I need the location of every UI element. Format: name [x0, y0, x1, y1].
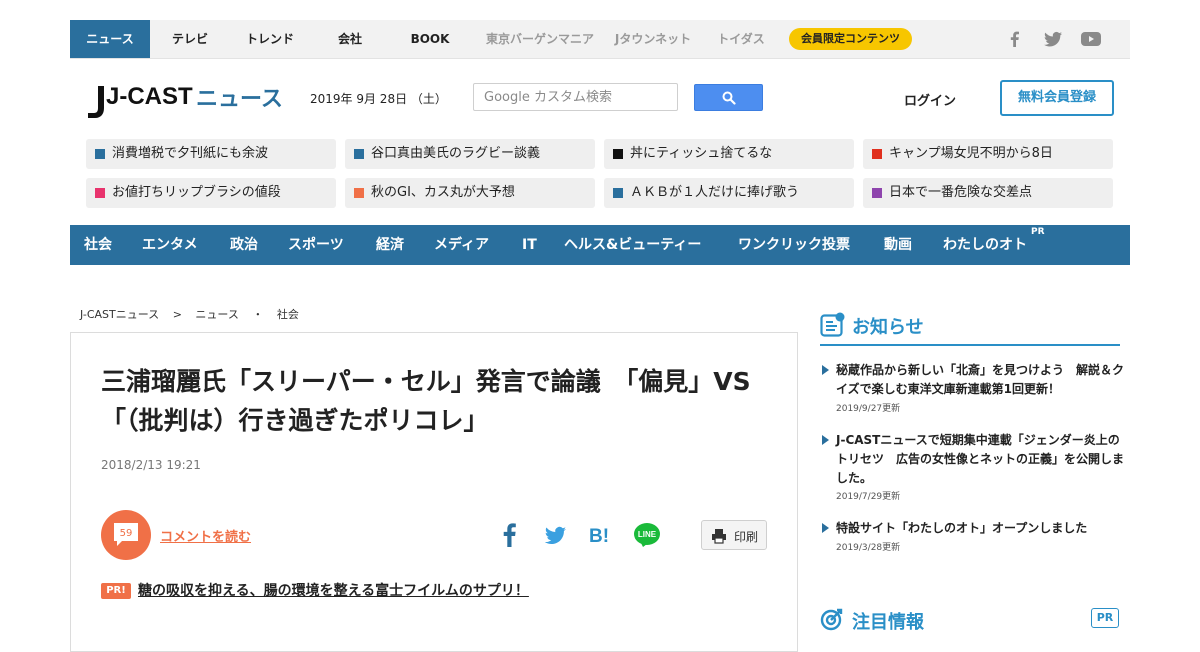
jcast-news-logo[interactable]: J-CAST ニュース: [86, 80, 286, 122]
logo-text: J-CAST: [106, 83, 193, 110]
notice-item-title[interactable]: 特設サイト「わたしのオト」オープンしました: [836, 519, 1126, 538]
category-one-click-vote[interactable]: ワンクリック投票: [738, 225, 850, 265]
article-date: 2018/2/13 19:21: [101, 458, 201, 472]
line-label: LINE: [638, 530, 657, 539]
notice-icon: [820, 312, 845, 337]
trend-label: 谷口真由美氏のラグビー談義: [371, 146, 541, 161]
breadcrumb-home[interactable]: J-CASTニュース: [80, 308, 159, 321]
top-tab-news[interactable]: ニュース: [70, 20, 150, 58]
arrow-right-icon: [822, 365, 829, 375]
top-nav-bar: ニュース テレビ トレンド 会社 BOOK 東京バーゲンマニア Jタウンネット …: [70, 20, 1130, 59]
trend-label: 秋のGI、カス丸が大予想: [371, 185, 515, 200]
youtube-icon[interactable]: [1080, 29, 1102, 49]
twitter-icon[interactable]: [541, 521, 569, 549]
trend-marker: [354, 188, 364, 198]
category-video[interactable]: 動画: [884, 225, 912, 265]
category-economy[interactable]: 経済: [376, 225, 404, 265]
trend-marker: [354, 149, 364, 159]
breadcrumb-news[interactable]: ニュース: [195, 308, 238, 321]
comment-count: 59: [119, 528, 133, 539]
article-title: 三浦瑠麗氏「スリーパー・セル」発言で論議 「偏見」VS「（批判は）行き過ぎたポリ…: [101, 367, 751, 435]
attention-target-icon: [820, 608, 843, 631]
hatena-label: B!: [589, 526, 609, 547]
pr-ad-link[interactable]: 糖の吸収を抑える、腸の環境を整える富士フイルムのサプリ！: [138, 580, 529, 600]
members-only-button[interactable]: 会員限定コンテンツ: [789, 28, 912, 50]
trend-marker: [613, 188, 623, 198]
facebook-icon[interactable]: [1005, 29, 1025, 49]
login-link[interactable]: ログイン: [904, 90, 956, 109]
notice-item-title[interactable]: 秘蔵作品から新しい「北斎」を見つけよう 解説＆クイズで楽しむ東洋文庫新連載第1回…: [836, 361, 1126, 399]
trend-marker: [872, 149, 882, 159]
notice-item[interactable]: 特設サイト「わたしのオト」オープンしました 2019/3/28更新: [822, 519, 1122, 555]
read-comments-link[interactable]: コメントを読む: [160, 526, 251, 545]
pr-badge: PR!: [101, 583, 131, 599]
current-date: 2019年 9月 28日 （土）: [310, 92, 447, 106]
trend-label: 日本で一番危険な交差点: [889, 185, 1033, 200]
top-tab-jtown-net[interactable]: Jタウンネット: [608, 20, 698, 58]
notice-item[interactable]: 秘蔵作品から新しい「北斎」を見つけよう 解説＆クイズで楽しむ東洋文庫新連載第1回…: [822, 361, 1124, 415]
category-health-beauty[interactable]: ヘルス&ビューティー: [564, 225, 701, 265]
category-media[interactable]: メディア: [434, 225, 489, 265]
logo-sub-text: ニュース: [196, 87, 283, 112]
notice-item-date: 2019/9/27更新: [836, 404, 901, 414]
breadcrumb: J-CASTニュース > ニュース ・ 社会: [80, 306, 309, 322]
breadcrumb-separator: >: [172, 308, 182, 321]
print-label: 印刷: [734, 530, 759, 544]
notice-item-title[interactable]: J-CASTニュースで短期集中連載「ジェンダー炎上のトリセツ 広告の女性像とネッ…: [836, 431, 1126, 488]
category-pr-label: PR: [1031, 227, 1045, 237]
top-tab-trend[interactable]: トレンド: [230, 20, 310, 58]
line-icon[interactable]: LINE: [633, 521, 661, 549]
top-tab-bargain-mania[interactable]: 東京バーゲンマニア: [474, 20, 606, 58]
trend-item[interactable]: キャンプ場女児不明から8日: [863, 139, 1113, 169]
trend-label: お値打ちリップブラシの値段: [112, 185, 281, 200]
search-button[interactable]: [694, 84, 763, 111]
trend-item[interactable]: ＡＫＢが１人だけに捧げ歌う: [604, 178, 854, 208]
category-society[interactable]: 社会: [84, 225, 112, 265]
facebook-icon[interactable]: [496, 521, 524, 549]
category-it[interactable]: IT: [522, 225, 537, 265]
breadcrumb-separator: ・: [252, 308, 264, 321]
top-tab-tv[interactable]: テレビ: [150, 20, 230, 58]
trend-item[interactable]: お値打ちリップブラシの値段: [86, 178, 336, 208]
top-tab-book[interactable]: BOOK: [390, 20, 470, 58]
category-politics[interactable]: 政治: [230, 225, 258, 265]
comment-count-badge[interactable]: 59: [101, 510, 151, 560]
arrow-right-icon: [822, 523, 829, 533]
top-tab-company[interactable]: 会社: [310, 20, 390, 58]
trend-item[interactable]: 谷口真由美氏のラグビー談義: [345, 139, 595, 169]
trend-label: 消費増税で夕刊紙にも余波: [112, 146, 269, 161]
print-button[interactable]: 印刷: [701, 520, 767, 550]
trend-item[interactable]: 消費増税で夕刊紙にも余波: [86, 139, 336, 169]
hatena-bookmark-icon[interactable]: B!: [588, 521, 616, 549]
notice-item-date: 2019/3/28更新: [836, 543, 901, 553]
category-sports[interactable]: スポーツ: [288, 225, 344, 265]
arrow-right-icon: [822, 435, 829, 445]
category-nav-bar: 社会 エンタメ 政治 スポーツ 経済 メディア IT ヘルス&ビューティー ワン…: [70, 225, 1130, 265]
twitter-icon[interactable]: [1043, 29, 1063, 49]
top-tab-toidasu[interactable]: トイダス: [706, 20, 776, 58]
printer-icon: [712, 529, 726, 544]
category-watashi-no-oto[interactable]: わたしのオト: [943, 225, 1027, 265]
trend-item[interactable]: 日本で一番危険な交差点: [863, 178, 1113, 208]
trend-label: ＡＫＢが１人だけに捧げ歌う: [630, 185, 800, 200]
trend-label: 丼にティッシュ捨てるな: [630, 146, 773, 161]
attention-title: 注目情報: [852, 612, 924, 633]
trend-marker: [613, 149, 623, 159]
breadcrumb-society[interactable]: 社会: [277, 308, 299, 321]
register-button[interactable]: 無料会員登録: [1000, 80, 1114, 116]
trend-marker: [872, 188, 882, 198]
notice-title: お知らせ: [852, 317, 924, 338]
attention-pr-badge: PR: [1091, 608, 1119, 628]
trend-marker: [95, 149, 105, 159]
trend-item[interactable]: 秋のGI、カス丸が大予想: [345, 178, 595, 208]
search-icon: [722, 91, 736, 105]
notice-item[interactable]: J-CASTニュースで短期集中連載「ジェンダー炎上のトリセツ 広告の女性像とネッ…: [822, 431, 1124, 503]
search-input[interactable]: [473, 83, 678, 111]
category-entertainment[interactable]: エンタメ: [142, 225, 198, 265]
trend-item[interactable]: 丼にティッシュ捨てるな: [604, 139, 854, 169]
trend-marker: [95, 188, 105, 198]
notice-item-date: 2019/7/29更新: [836, 492, 901, 502]
trend-label: キャンプ場女児不明から8日: [889, 146, 1053, 161]
